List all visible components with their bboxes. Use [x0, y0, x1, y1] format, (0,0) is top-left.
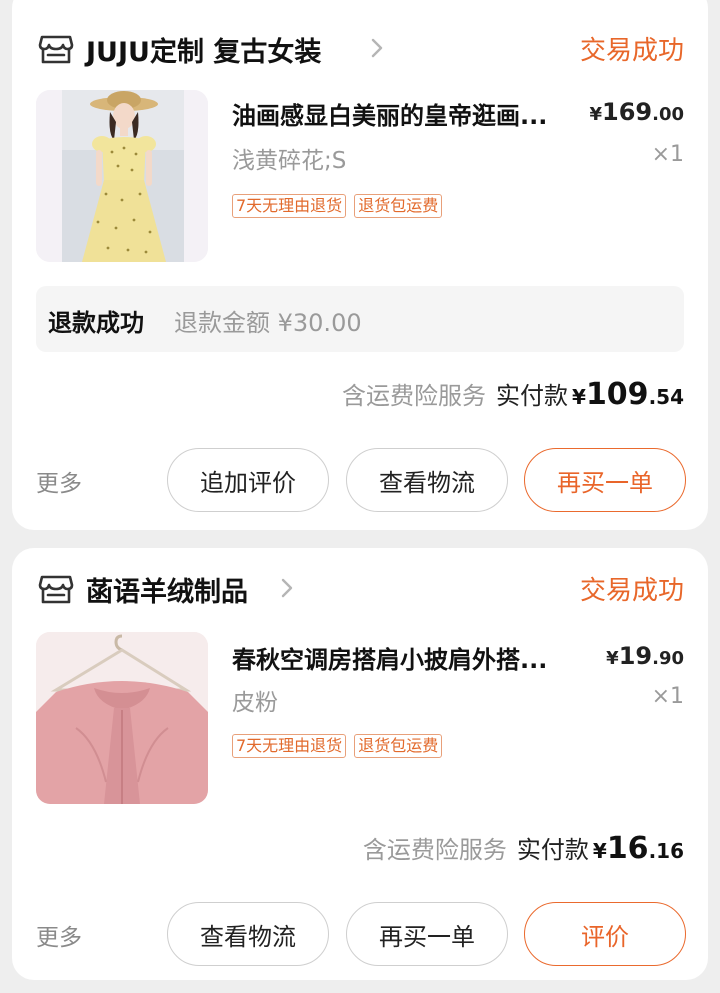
view-logistics-button[interactable]: 查看物流 — [167, 902, 329, 966]
shop-header[interactable]: JUJU定制 复古女装 交易成功 — [12, 28, 708, 68]
price-decimal: .00 — [652, 104, 684, 125]
view-logistics-button[interactable]: 查看物流 — [346, 448, 508, 512]
paid-label: 实付款 — [496, 382, 569, 410]
chevron-right-icon — [281, 578, 293, 598]
review-button[interactable]: 评价 — [524, 902, 686, 966]
product-image[interactable] — [36, 90, 208, 262]
tag-return-7day: 7天无理由退货 — [232, 734, 347, 758]
tag-return-7day: 7天无理由退货 — [232, 194, 347, 218]
tag-return-shipping: 退货包运费 — [354, 734, 443, 758]
order-card: JUJU定制 复古女装 交易成功 油画感显白美丽的皇帝逛画... ¥169.00… — [12, 0, 708, 530]
price-decimal: .90 — [652, 648, 684, 669]
price-currency: ¥ — [606, 648, 619, 669]
total-currency: ¥ — [592, 839, 607, 863]
product-image[interactable] — [36, 632, 208, 804]
total-decimal: .54 — [648, 385, 684, 409]
product-title[interactable]: 油画感显白美丽的皇帝逛画... — [232, 96, 592, 131]
shop-name[interactable]: 菡语羊绒制品 — [86, 570, 248, 609]
product-title[interactable]: 春秋空调房搭肩小披肩外搭... — [232, 640, 592, 675]
product-quantity: ×1 — [651, 684, 684, 709]
chevron-right-icon — [371, 38, 383, 58]
refund-amount: 退款金额 ¥30.00 — [174, 309, 362, 337]
total-decimal: .16 — [648, 839, 684, 863]
total-currency: ¥ — [572, 385, 586, 409]
store-icon — [38, 575, 74, 604]
price-currency: ¥ — [589, 104, 602, 125]
order-status: 交易成功 — [579, 576, 684, 606]
product-quantity: ×1 — [651, 142, 684, 167]
buy-again-button[interactable]: 再买一单 — [524, 448, 686, 512]
tag-return-shipping: 退货包运费 — [354, 194, 443, 218]
more-link[interactable]: 更多 — [36, 464, 82, 498]
service-tags: 7天无理由退货 退货包运费 — [232, 734, 443, 758]
price-integer: 19 — [618, 642, 653, 670]
product-price: ¥19.90 — [606, 642, 684, 670]
total-integer: 109 — [585, 377, 649, 412]
product-price: ¥169.00 — [589, 98, 684, 126]
shop-header[interactable]: 菡语羊绒制品 交易成功 — [12, 568, 708, 608]
order-total: 含运费险服务 实付款 ¥109.54 — [342, 376, 684, 412]
shawl-photo — [36, 632, 208, 804]
shipping-insurance-label: 含运费险服务 — [362, 836, 507, 864]
product-spec: 皮粉 — [232, 690, 278, 716]
buy-again-button[interactable]: 再买一单 — [346, 902, 508, 966]
product-spec: 浅黄碎花;S — [232, 148, 347, 174]
store-icon — [38, 35, 74, 64]
shop-name[interactable]: JUJU定制 复古女装 — [86, 30, 321, 69]
dress-photo — [36, 90, 208, 262]
refund-status: 退款成功 — [48, 309, 144, 337]
order-status: 交易成功 — [579, 36, 684, 66]
more-link[interactable]: 更多 — [36, 918, 82, 952]
paid-label: 实付款 — [516, 836, 589, 864]
add-review-button[interactable]: 追加评价 — [167, 448, 329, 512]
service-tags: 7天无理由退货 退货包运费 — [232, 194, 443, 218]
order-card: 菡语羊绒制品 交易成功 春秋空调房搭肩小披肩外搭... ¥19.90 皮粉 ×1… — [12, 548, 708, 980]
total-integer: 16 — [606, 831, 649, 866]
shipping-insurance-label: 含运费险服务 — [342, 382, 487, 410]
price-integer: 169 — [602, 98, 653, 126]
refund-bar[interactable]: 退款成功 退款金额 ¥30.00 — [36, 286, 684, 352]
order-total: 含运费险服务 实付款 ¥16.16 — [363, 830, 684, 866]
